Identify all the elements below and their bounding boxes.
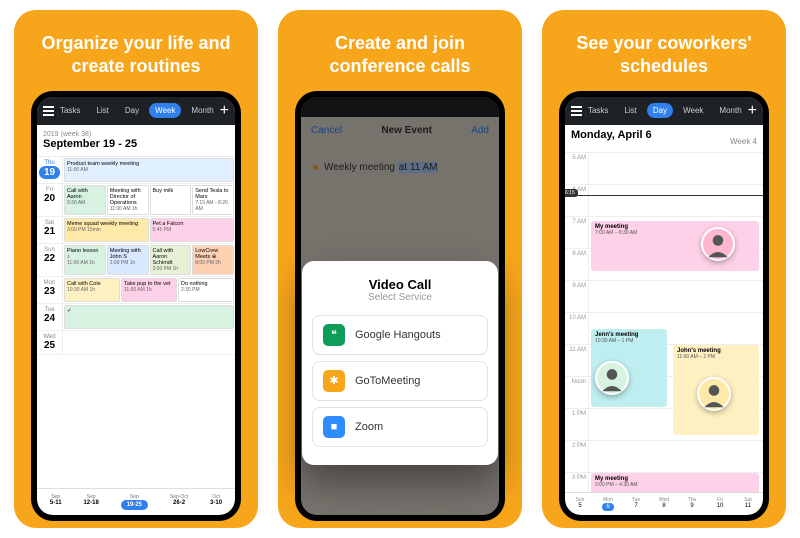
segment-list[interactable]: List [90,103,114,118]
notch-2 [301,97,499,117]
video-call-modal: Video Call Select Service ❝Google Hangou… [302,261,498,465]
add-event-button[interactable]: + [220,102,229,120]
service-google-hangouts[interactable]: ❝Google Hangouts [312,315,488,355]
date-range: September 19 - 25 [43,138,137,150]
day-cell[interactable]: Fri20 [37,184,63,216]
day-tab[interactable]: Thu9 [678,497,706,511]
day-tab[interactable]: Sun5 [566,497,594,511]
day-grid: 5 AM6 AM7 AM8 AM9 AM10 AM11 AMNoon1 PM2 … [565,153,763,492]
panel-coworkers: See your coworkers' schedules Tasks List D… [542,10,786,528]
event-block[interactable]: LowCrew Meets ⊕8:00 PM 2h [192,245,234,275]
week-pager: Sep5-11 Sep12-18 Sep19-25 Sep-Oct26-2 Oct3-1… [37,488,235,515]
day-cell[interactable]: Mon23 [37,277,63,303]
year-week: 2019 (week 38) [43,131,91,138]
event-block[interactable]: Call with Aaron Schimdt3:00 PM 1h [150,245,192,275]
modal-subtitle: Select Service [312,292,488,303]
day-cell[interactable]: Thu19 [37,157,63,183]
view-segment-3: Tasks List Day Week Month [582,103,748,118]
week-tab[interactable]: Oct3-10 [210,494,222,510]
day-cell[interactable]: Sun22 [37,244,63,276]
event-block[interactable]: ✓ [64,305,234,329]
tab-attendees[interactable]: Attendees [398,504,430,511]
event-block[interactable]: Take pup to the vet11:00 AM 1h [121,278,177,302]
day-cell[interactable]: Sat21 [37,217,63,243]
service-zoom[interactable]: ■Zoom [312,407,488,447]
event-block[interactable]: Buy milk [150,185,192,215]
day-tab[interactable]: Mon6 [594,497,622,511]
headline-2: Create and join conference calls [278,10,522,93]
topbar-1: Tasks List Day Week Month + [37,97,235,125]
day-tab[interactable]: Tue7 [622,497,650,511]
segment-day[interactable]: Day [119,103,145,118]
day-cell[interactable]: Tue24 [37,304,63,330]
avatar[interactable] [697,377,731,411]
panel-organize: Organize your life and create routines T… [14,10,258,528]
week-tab[interactable]: Sep19-25 [121,494,148,510]
event-block[interactable]: Call with Cole10:30 AM 1h [64,278,120,302]
headline-3: See your coworkers' schedules [542,10,786,93]
week-grid: Thu19Product team weekly meeting11:00 AM… [37,157,235,488]
day-tab[interactable]: Fri10 [706,497,734,511]
tab-description[interactable]: Description [447,504,482,511]
screen-3: Tasks List Day Week Month + Monday, April 6 … [565,97,763,515]
segment-day[interactable]: Day [647,103,673,118]
cancel-button[interactable]: Cancel [311,125,342,136]
event-block[interactable]: Meme squad weekly meeting3:00 PM 15min [64,218,149,242]
segment-week[interactable]: Week [677,103,709,118]
event-title-field[interactable]: Weekly meeting at 11 AM [301,144,499,191]
week-tab[interactable]: Sep12-18 [83,494,98,510]
week-tab[interactable]: Sep-Oct26-2 [170,494,188,510]
segment-week[interactable]: Week [149,103,181,118]
headline-1: Organize your life and create routines [14,10,258,93]
day-pager: Sun5Mon6Tue7Wed8Thu9Fri10Sat11 [565,492,763,515]
phone-2-wrap: Cancel New Event Add Weekly meeting at 1… [295,91,505,521]
new-event-title: New Event [381,125,432,136]
topbar-3: Tasks List Day Week Month + [565,97,763,125]
event-tabs: Location Room Attendees Description [309,504,491,511]
modal-title: Video Call [312,277,488,292]
event-block[interactable]: Meeting with Director of Operations11:00… [107,185,149,215]
panel-conference: Create and join conference calls Cancel … [278,10,522,528]
subheader-1: 2019 (week 38) September 19 - 25 [37,125,235,157]
event-block[interactable]: Pet a Falcon5:45 PM [150,218,235,242]
avatar[interactable] [595,361,629,395]
day-tab[interactable]: Wed8 [650,497,678,511]
day-cell[interactable]: Wed25 [37,331,63,354]
event-block[interactable]: Meeting with John S1:00 PM 1h [107,245,149,275]
screen-1: Tasks List Day Week Month + 2019 (week 38) S… [37,97,235,515]
segment-list[interactable]: List [618,103,642,118]
day-tab[interactable]: Sat11 [734,497,762,511]
tab-room[interactable]: Room [362,504,381,511]
segment-tasks[interactable]: Tasks [582,103,614,118]
phone-3: Tasks List Day Week Month + Monday, April 6 … [559,91,769,521]
hamburger-icon[interactable] [43,106,54,116]
event-block[interactable]: Send Tesla to Mars7:15 AM - 8:20 AM [192,185,234,215]
phone-1: Tasks List Day Week Month + 2019 (week 38) S… [31,91,241,521]
segment-month[interactable]: Month [185,103,219,118]
event-block[interactable]: Call with Aaron9:30 AM [64,185,106,215]
subheader-3: Monday, April 6 Week 4 [565,125,763,153]
service-gotomeeting[interactable]: ✱GoToMeeting [312,361,488,401]
week-tab[interactable]: Sep5-11 [50,494,62,510]
view-segment-1: Tasks List Day Week Month [54,103,220,118]
segment-month[interactable]: Month [713,103,747,118]
day-event[interactable]: My meeting3:00 PM – 4:30 AM [591,473,759,492]
segment-tasks[interactable]: Tasks [54,103,86,118]
new-event-bar: Cancel New Event Add [301,117,499,144]
calendar-dot-icon [313,165,318,170]
week-label: Week 4 [730,137,757,146]
hamburger-icon[interactable] [571,106,582,116]
tab-location[interactable]: Location [318,504,344,511]
add-event-button[interactable]: + [748,102,757,120]
day-title: Monday, April 6 [571,129,652,141]
avatar[interactable] [701,227,735,261]
event-block[interactable]: Piano lesson ♪11:00 AM 1h [64,245,106,275]
event-block[interactable]: Do nothing2:30 PM [178,278,234,302]
add-button[interactable]: Add [471,125,489,136]
event-block[interactable]: Product team weekly meeting11:00 AM [64,158,234,182]
